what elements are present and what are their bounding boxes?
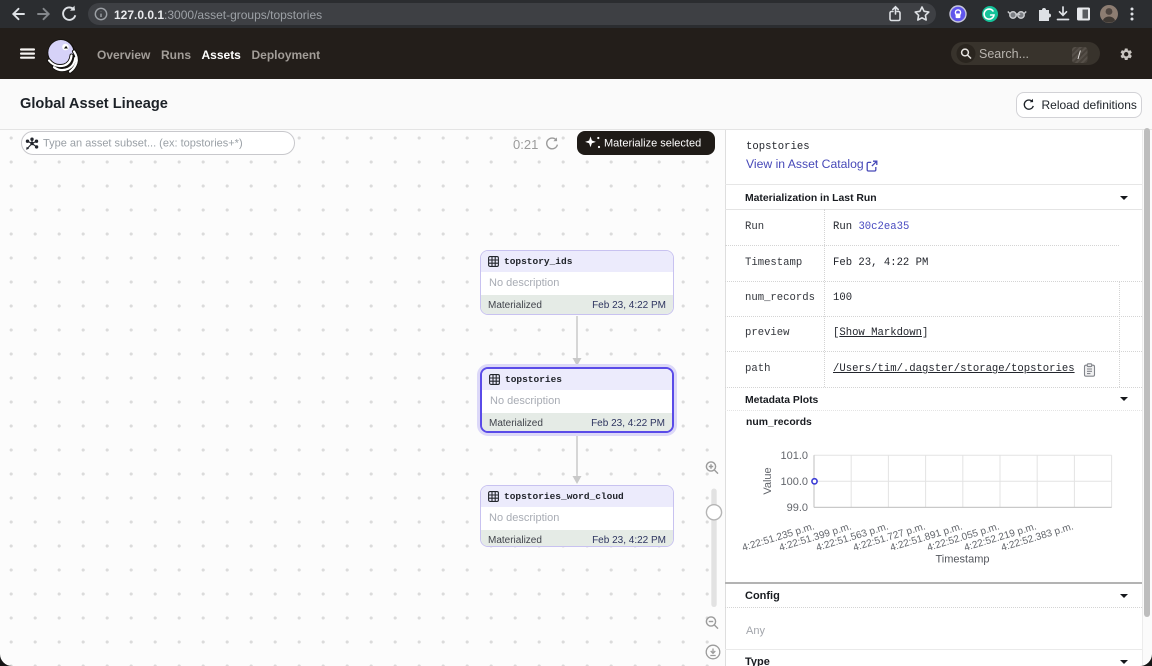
svg-text:Timestamp: Timestamp [936, 554, 990, 566]
svg-text:Runs: Runs [161, 48, 191, 62]
svg-text:Assets: Assets [202, 48, 242, 62]
svg-text:Overview: Overview [97, 48, 151, 62]
svg-text:101.0: 101.0 [780, 450, 808, 462]
svg-text:Search...: Search... [979, 47, 1029, 61]
svg-text:99.0: 99.0 [787, 502, 808, 514]
svg-text:Value: Value [762, 467, 774, 494]
svg-text:100.0: 100.0 [780, 476, 808, 488]
svg-text:Deployment: Deployment [252, 48, 321, 62]
svg-text:Reload definitions: Reload definitions [1042, 98, 1137, 112]
